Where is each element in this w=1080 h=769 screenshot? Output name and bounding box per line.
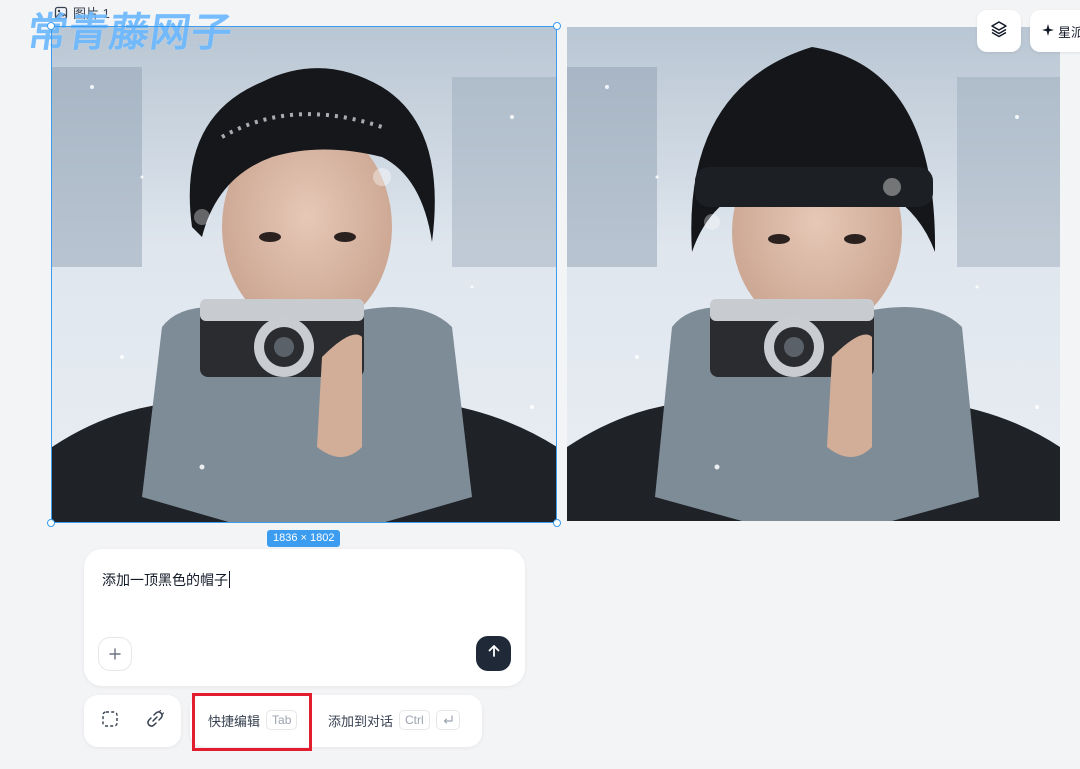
link-tool-button[interactable] bbox=[145, 709, 165, 734]
add-to-chat-shortcut: Ctrl bbox=[399, 710, 430, 730]
resize-handle-bottom-left[interactable] bbox=[47, 519, 55, 527]
image-icon bbox=[54, 6, 68, 20]
layers-button[interactable] bbox=[977, 10, 1021, 52]
prompt-input-text: 添加一顶黑色的帽子 bbox=[102, 572, 228, 588]
add-to-chat-button[interactable]: 添加到对话 Ctrl bbox=[328, 710, 460, 730]
image-label: 图片 1 bbox=[54, 3, 110, 22]
selection-icon bbox=[101, 710, 119, 733]
star-button[interactable]: 星派 bbox=[1030, 10, 1080, 52]
add-to-chat-label: 添加到对话 bbox=[328, 713, 394, 729]
quick-edit-label: 快捷编辑 bbox=[208, 713, 261, 729]
selection-tool-button[interactable] bbox=[100, 710, 120, 733]
text-caret bbox=[229, 571, 230, 588]
send-button[interactable] bbox=[476, 636, 511, 671]
quick-edit-button[interactable]: 快捷编辑 Tab bbox=[208, 710, 298, 730]
star-button-label: 星派 bbox=[1058, 24, 1080, 40]
action-card: 快捷编辑 Tab 添加到对话 Ctrl bbox=[190, 695, 482, 747]
link-icon bbox=[145, 709, 165, 734]
tool-card bbox=[84, 695, 181, 747]
image-label-text: 图片 1 bbox=[73, 6, 110, 21]
original-image[interactable] bbox=[52, 27, 557, 523]
enter-icon bbox=[435, 710, 460, 730]
dimension-badge: 1836 × 1802 bbox=[267, 530, 341, 547]
plus-icon bbox=[109, 644, 121, 665]
prompt-card: 添加一顶黑色的帽子 bbox=[84, 549, 525, 686]
sparkle-icon bbox=[1042, 23, 1054, 39]
resize-handle-bottom-right[interactable] bbox=[553, 519, 561, 527]
add-attachment-button[interactable] bbox=[98, 637, 132, 671]
arrow-up-icon bbox=[487, 644, 501, 663]
prompt-input[interactable]: 添加一顶黑色的帽子 bbox=[102, 570, 230, 590]
quick-edit-shortcut: Tab bbox=[266, 710, 298, 730]
edited-image[interactable] bbox=[567, 27, 1060, 521]
resize-handle-top-right[interactable] bbox=[553, 22, 561, 30]
layers-icon bbox=[989, 19, 1009, 44]
resize-handle-top-left[interactable] bbox=[47, 22, 55, 30]
